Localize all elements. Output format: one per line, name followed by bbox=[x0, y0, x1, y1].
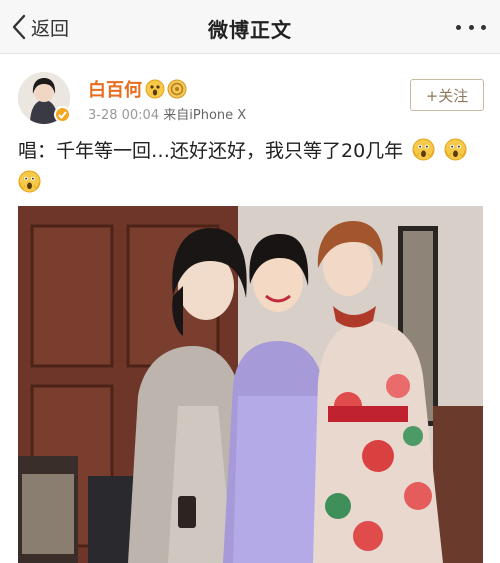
medal-badge-icon bbox=[167, 79, 187, 99]
post-source-prefix: 来自 bbox=[163, 108, 190, 123]
post-body: 唱：千年等一回…还好还好，我只等了20几年 bbox=[18, 140, 404, 162]
nav-bar: 返回 微博正文 bbox=[0, 0, 500, 54]
post-photo[interactable] bbox=[18, 206, 483, 563]
username[interactable]: 白百何 bbox=[88, 76, 142, 102]
group-photo-image bbox=[18, 206, 483, 563]
post-source-device: iPhone X bbox=[189, 108, 247, 123]
scream-face-icon bbox=[412, 138, 435, 161]
scream-face-icon bbox=[444, 138, 467, 161]
follow-button[interactable]: +关注 bbox=[410, 79, 484, 111]
post-text: 唱：千年等一回…还好还好，我只等了20几年 bbox=[18, 135, 488, 199]
scream-face-icon bbox=[145, 79, 165, 99]
verified-badge-icon bbox=[54, 106, 71, 123]
post-date: 3-28 00:04 bbox=[88, 108, 160, 123]
more-dots-icon[interactable] bbox=[456, 16, 486, 38]
scream-face-icon bbox=[18, 170, 41, 193]
post-meta: 3-28 00:04 来自iPhone X bbox=[88, 104, 246, 123]
page-title: 微博正文 bbox=[208, 18, 292, 42]
